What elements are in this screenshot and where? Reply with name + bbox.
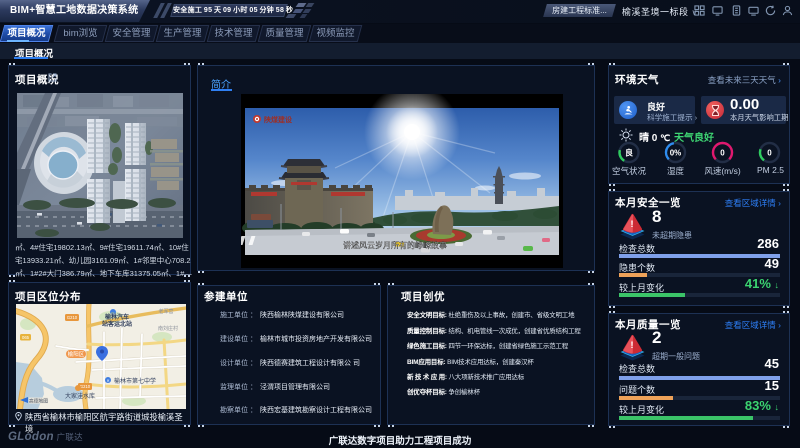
svg-text:G210: G210 [67, 315, 78, 320]
svg-text:0: 0 [767, 149, 772, 158]
svg-text:陕煤建设: 陕煤建设 [264, 115, 293, 124]
svg-text:榆林市第七中学: 榆林市第七中学 [114, 377, 156, 385]
svg-text:0: 0 [720, 149, 725, 158]
svg-text:!: ! [631, 340, 634, 350]
svg-text:老军营: 老军营 [158, 308, 173, 315]
svg-text:0%: 0% [670, 149, 682, 158]
svg-text:站客运北站: 站客运北站 [102, 320, 132, 328]
svg-text:良: 良 [625, 148, 633, 158]
svg-text:G210: G210 [80, 384, 91, 389]
svg-text:榆林汽车: 榆林汽车 [105, 313, 129, 321]
svg-text:✕: ✕ [106, 378, 109, 383]
svg-text:南刘庄村: 南刘庄村 [158, 325, 178, 332]
svg-text:065: 065 [22, 335, 30, 340]
svg-text:高德地图: 高德地图 [29, 397, 48, 404]
svg-text:大家洼水库: 大家洼水库 [65, 392, 95, 400]
svg-text:讲述风云岁月所有的峥嵘故事: 讲述风云岁月所有的峥嵘故事 [343, 240, 447, 250]
svg-text:榆阳区: 榆阳区 [68, 350, 85, 358]
svg-text:!: ! [631, 219, 634, 229]
